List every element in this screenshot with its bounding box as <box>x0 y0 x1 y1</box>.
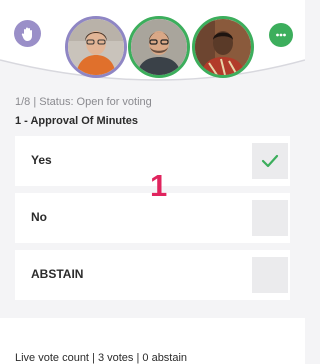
vote-option-label: No <box>31 210 47 224</box>
checkmark-icon <box>261 154 279 168</box>
participant-avatar-1[interactable] <box>65 16 127 78</box>
avatar-photo <box>131 19 187 75</box>
vote-option-checkbox[interactable] <box>252 143 288 179</box>
vote-question-title: 1 - Approval Of Minutes <box>15 115 139 127</box>
participants-header <box>0 0 305 92</box>
avatar-photo <box>68 19 124 75</box>
participant-avatar-2[interactable] <box>128 16 190 78</box>
chat-button[interactable] <box>269 23 293 47</box>
avatar-photo <box>195 19 251 75</box>
vote-status: 1/8 | Status: Open for voting <box>15 96 152 108</box>
vote-option-abstain[interactable]: ABSTAIN <box>15 250 290 300</box>
raise-hand-icon <box>21 27 32 41</box>
vote-option-checkbox[interactable] <box>252 200 288 236</box>
annotation-marker: 1 <box>150 168 168 203</box>
participant-avatar-3[interactable] <box>192 16 254 78</box>
vote-option-label: Yes <box>31 153 52 167</box>
raise-hand-button[interactable] <box>14 20 41 47</box>
live-vote-count: Live vote count | 3 votes | 0 abstain <box>15 352 188 364</box>
chat-icon <box>276 33 286 37</box>
vote-option-label: ABSTAIN <box>31 267 84 281</box>
vote-option-checkbox[interactable] <box>252 257 288 293</box>
